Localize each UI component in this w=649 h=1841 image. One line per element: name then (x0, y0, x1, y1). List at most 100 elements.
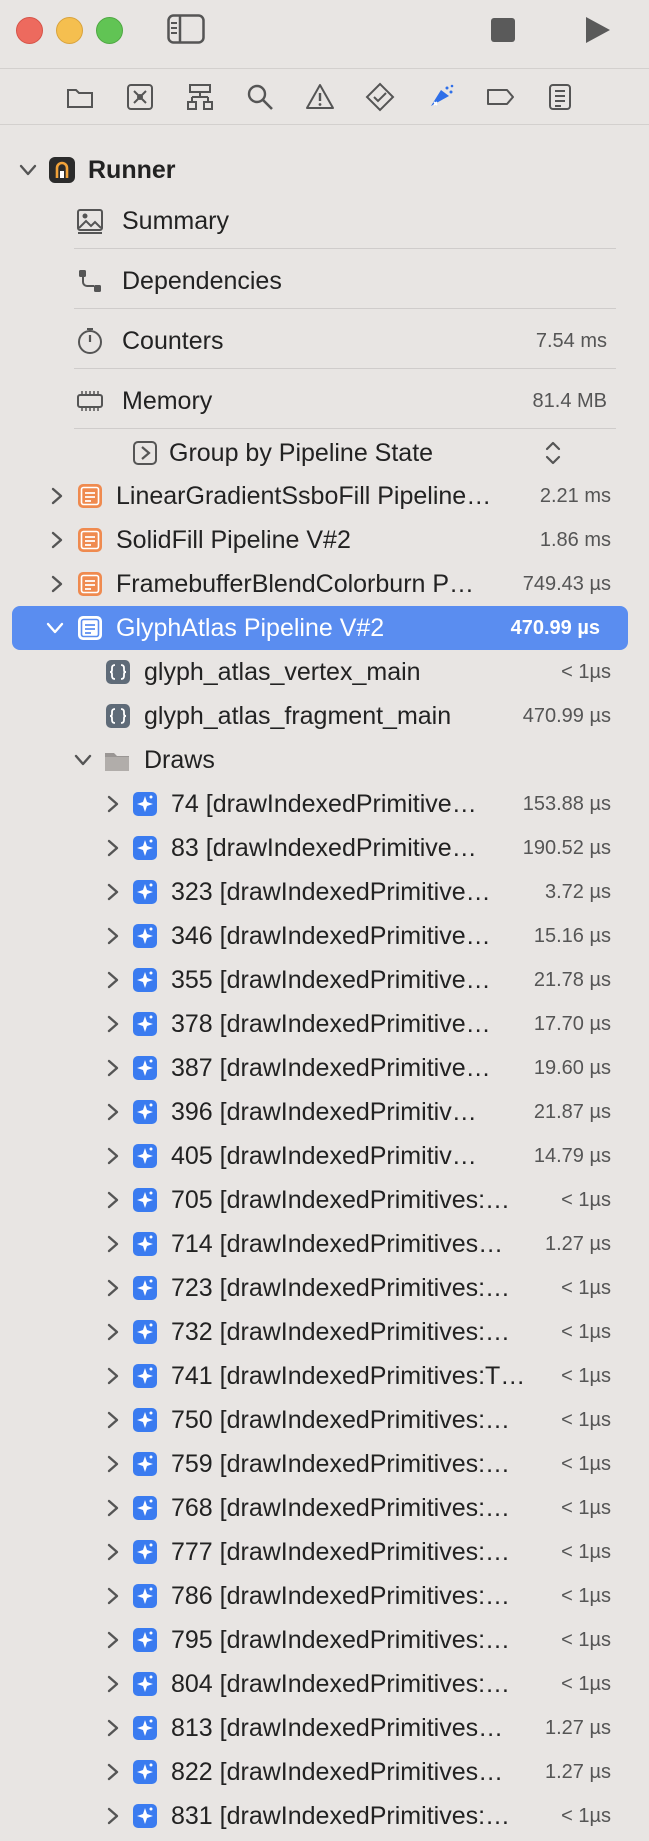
draws-folder-row[interactable]: Draws (0, 738, 649, 782)
disclosure-collapsed-icon[interactable] (103, 1542, 123, 1562)
draw-call-row[interactable]: 323 [drawIndexedPrimitive… 3.72 µs (0, 870, 649, 914)
draw-call-row[interactable]: 795 [drawIndexedPrimitives:… < 1µs (0, 1618, 649, 1662)
draw-call-row-label: 786 [drawIndexedPrimitives:… (171, 1582, 511, 1610)
disclosure-collapsed-icon[interactable] (103, 794, 123, 814)
run-icon[interactable] (582, 14, 612, 46)
close-window-button[interactable] (16, 17, 43, 44)
draw-call-row[interactable]: 804 [drawIndexedPrimitives:… < 1µs (0, 1662, 649, 1706)
draw-call-row[interactable]: 705 [drawIndexedPrimitives:… < 1µs (0, 1178, 649, 1222)
disclosure-collapsed-icon[interactable] (47, 486, 67, 506)
disclosure-collapsed-icon[interactable] (103, 1014, 123, 1034)
shader-function-row[interactable]: glyph_atlas_fragment_main 470.99 µs (0, 694, 649, 738)
draw-call-row[interactable]: 405 [drawIndexedPrimitiv… 14.79 µs (0, 1134, 649, 1178)
group-by-popup[interactable]: Group by Pipeline State (0, 431, 649, 475)
pipeline-row[interactable]: FramebufferBlendColorburn P… 749.43 µs (0, 562, 649, 606)
disclosure-collapsed-icon[interactable] (103, 970, 123, 990)
disclosure-collapsed-icon[interactable] (103, 1454, 123, 1474)
draw-call-row-label: 705 [drawIndexedPrimitives:… (171, 1186, 511, 1214)
draw-call-row-label: 741 [drawIndexedPrimitives:T… (171, 1362, 526, 1390)
draw-call-row[interactable]: 387 [drawIndexedPrimitive… 19.60 µs (0, 1046, 649, 1090)
pipeline-row[interactable]: LinearGradientSsboFill Pipeline… 2.21 ms (0, 474, 649, 518)
folder-icon[interactable] (65, 82, 95, 112)
draw-call-row[interactable]: 777 [drawIndexedPrimitives:… < 1µs (0, 1530, 649, 1574)
disclosure-collapsed-icon[interactable] (103, 1630, 123, 1650)
test-icon[interactable] (365, 82, 395, 112)
draw-call-row[interactable]: 759 [drawIndexedPrimitives:… < 1µs (0, 1442, 649, 1486)
shader-function-row-value: 470.99 µs (522, 705, 611, 727)
draw-call-row-value: 15.16 µs (533, 925, 611, 947)
pipeline-state-icon (78, 572, 102, 596)
disclosure-collapsed-icon[interactable] (103, 1674, 123, 1694)
disclosure-expanded-icon[interactable] (45, 618, 65, 638)
pipeline-row-selected-label: GlyphAtlas Pipeline V#2 (116, 614, 385, 642)
draw-call-row-value: 1.27 µs (544, 1233, 611, 1255)
draw-call-row-label: 831 [drawIndexedPrimitives:… (171, 1802, 511, 1830)
pipeline-row-selected[interactable]: GlyphAtlas Pipeline V#2 470.99 µs (12, 606, 628, 650)
disclosure-collapsed-icon[interactable] (103, 1146, 123, 1166)
search-icon[interactable] (245, 82, 275, 112)
draw-call-row[interactable]: 831 [drawIndexedPrimitives:… < 1µs (0, 1794, 649, 1838)
sidebar-toggle-icon[interactable] (167, 14, 205, 44)
pipeline-row[interactable]: SolidFill Pipeline V#2 1.86 ms (0, 518, 649, 562)
tree-item-summary[interactable]: Summary (0, 199, 649, 243)
disclosure-collapsed-icon[interactable] (47, 574, 67, 594)
disclosure-collapsed-icon[interactable] (103, 1102, 123, 1122)
draw-call-row[interactable]: 714 [drawIndexedPrimitives… 1.27 µs (0, 1222, 649, 1266)
disclosure-expanded-icon[interactable] (73, 750, 93, 770)
disclosure-collapsed-icon[interactable] (103, 838, 123, 858)
tree-item-counters[interactable]: Counters 7.54 ms (0, 319, 649, 363)
disclosure-collapsed-icon[interactable] (103, 1278, 123, 1298)
shader-function-row-value: < 1µs (561, 661, 611, 683)
draw-call-row-value: < 1µs (561, 1365, 611, 1387)
disclosure-collapsed-icon[interactable] (103, 1498, 123, 1518)
draw-call-row[interactable]: 786 [drawIndexedPrimitives:… < 1µs (0, 1574, 649, 1618)
disclosure-collapsed-icon[interactable] (103, 1322, 123, 1342)
draw-call-row[interactable]: 732 [drawIndexedPrimitives:… < 1µs (0, 1310, 649, 1354)
draw-call-row[interactable]: 813 [drawIndexedPrimitives… 1.27 µs (0, 1706, 649, 1750)
shader-function-row[interactable]: glyph_atlas_vertex_main < 1µs (0, 650, 649, 694)
draw-call-row-value: < 1µs (561, 1189, 611, 1211)
pipeline-row-selected-value: 470.99 µs (510, 617, 600, 639)
draw-call-icon (133, 1804, 157, 1828)
report-icon[interactable] (545, 82, 575, 112)
source-control-icon[interactable] (125, 82, 155, 112)
disclosure-collapsed-icon[interactable] (103, 1762, 123, 1782)
draw-call-row[interactable]: 346 [drawIndexedPrimitive… 15.16 µs (0, 914, 649, 958)
draw-call-row[interactable]: 822 [drawIndexedPrimitives… 1.27 µs (0, 1750, 649, 1794)
disclosure-collapsed-icon[interactable] (103, 1234, 123, 1254)
disclosure-collapsed-icon[interactable] (103, 1190, 123, 1210)
draw-call-row[interactable]: 723 [drawIndexedPrimitives:… < 1µs (0, 1266, 649, 1310)
zoom-window-button[interactable] (96, 17, 123, 44)
draw-call-row[interactable]: 741 [drawIndexedPrimitives:T… < 1µs (0, 1354, 649, 1398)
disclosure-collapsed-icon[interactable] (103, 1718, 123, 1738)
minimize-window-button[interactable] (56, 17, 83, 44)
draw-call-row[interactable]: 83 [drawIndexedPrimitive… 190.52 µs (0, 826, 649, 870)
draw-call-row-label: 714 [drawIndexedPrimitives… (171, 1230, 504, 1258)
debug-icon[interactable] (425, 82, 455, 112)
draw-call-row[interactable]: 768 [drawIndexedPrimitives:… < 1µs (0, 1486, 649, 1530)
draw-call-row[interactable]: 396 [drawIndexedPrimitiv… 21.87 µs (0, 1090, 649, 1134)
warning-icon[interactable] (305, 82, 335, 112)
tree-item-memory[interactable]: Memory 81.4 MB (0, 379, 649, 423)
disclosure-expanded-icon[interactable] (18, 160, 38, 180)
disclosure-collapsed-icon[interactable] (103, 1806, 123, 1826)
memory-chip-icon (77, 391, 103, 411)
stop-icon[interactable] (491, 18, 515, 42)
disclosure-collapsed-icon[interactable] (47, 530, 67, 550)
disclosure-collapsed-icon[interactable] (103, 926, 123, 946)
disclosure-collapsed-icon[interactable] (103, 882, 123, 902)
disclosure-collapsed-icon[interactable] (103, 1586, 123, 1606)
draw-call-row[interactable]: 378 [drawIndexedPrimitive… 17.70 µs (0, 1002, 649, 1046)
disclosure-collapsed-icon[interactable] (103, 1366, 123, 1386)
disclosure-collapsed-icon[interactable] (103, 1058, 123, 1078)
draw-call-row[interactable]: 355 [drawIndexedPrimitive… 21.78 µs (0, 958, 649, 1002)
draw-call-row-label: 323 [drawIndexedPrimitive… (171, 878, 491, 906)
draw-call-row[interactable]: 74 [drawIndexedPrimitive… 153.88 µs (0, 782, 649, 826)
hierarchy-icon[interactable] (185, 82, 215, 112)
popup-arrows-icon[interactable] (543, 439, 563, 467)
disclosure-collapsed-icon[interactable] (103, 1410, 123, 1430)
draw-call-row[interactable]: 750 [drawIndexedPrimitives:… < 1µs (0, 1398, 649, 1442)
tree-root-runner[interactable]: Runner (0, 148, 649, 192)
tree-item-dependencies[interactable]: Dependencies (0, 259, 649, 303)
breakpoint-icon[interactable] (485, 82, 515, 112)
